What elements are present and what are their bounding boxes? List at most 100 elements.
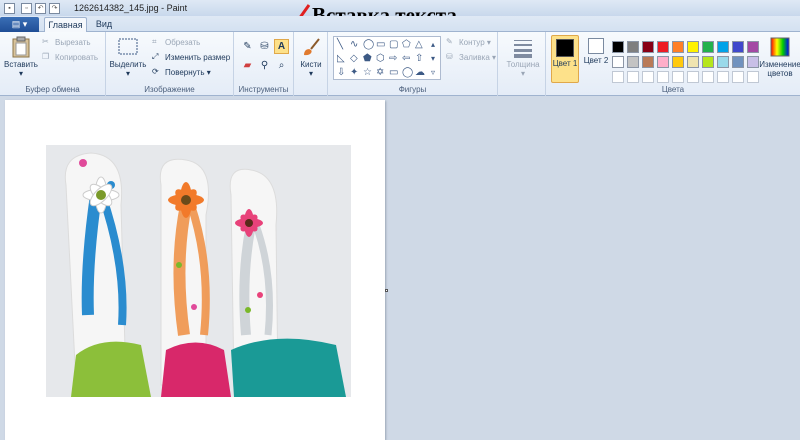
line-shape-icon[interactable]: ╲ [337,40,343,50]
color-wheel-icon [770,37,790,57]
palette-swatch[interactable] [642,41,654,53]
palette-swatch[interactable] [642,71,654,83]
select-button[interactable]: Выделить ▾ [110,36,146,78]
resize-button[interactable]: ⤢ Изменить размер [152,52,230,62]
brushes-group: Кисти ▾ [294,32,328,96]
palette-swatch[interactable] [717,56,729,68]
palette-swatch[interactable] [747,41,759,53]
magnifier-icon[interactable]: ⌕ [274,58,289,73]
palette-swatch[interactable] [717,71,729,83]
color1-button[interactable]: Цвет 1 [551,35,579,83]
palette-swatch[interactable] [747,71,759,83]
up-arrow-shape-icon[interactable]: ⇧ [415,54,423,64]
crop-button[interactable]: ⌗ Обрезать [152,37,200,47]
palette-swatch[interactable] [657,56,669,68]
palette-swatch[interactable] [627,56,639,68]
tab-home[interactable]: Главная [44,17,87,33]
palette-swatch[interactable] [747,56,759,68]
palette-swatch[interactable] [717,41,729,53]
hexagon-shape-icon[interactable]: ⬡ [376,54,385,64]
palette-swatch[interactable] [687,71,699,83]
palette-swatch[interactable] [612,41,624,53]
palette-swatch[interactable] [732,41,744,53]
left-arrow-shape-icon[interactable]: ⇦ [402,54,410,64]
size-icon [514,40,532,58]
drawing-canvas[interactable] [5,100,385,440]
triangle-shape-icon[interactable]: △ [415,40,423,50]
palette-swatch[interactable] [642,56,654,68]
palette-swatch[interactable] [702,71,714,83]
shapes-gallery[interactable]: ╲ ∿ ◯ ▭ ▢ ⬠ △ ◺ ◇ ⬟ ⬡ ⇨ ⇦ ⇧ ⇩ ✦ ☆ ✡ ▭ ◯ … [333,36,441,80]
text-tool-icon: A [277,41,286,52]
palette-swatch[interactable] [672,41,684,53]
shapes-expand-icon[interactable]: ▿ [431,68,435,78]
paint-app-icon[interactable]: ▪ [4,2,15,14]
right-triangle-shape-icon[interactable]: ◺ [337,54,345,64]
cloud-callout-shape-icon[interactable]: ☁ [415,68,425,78]
down-arrow-shape-icon[interactable]: ⇩ [337,68,345,78]
palette-swatch[interactable] [612,71,624,83]
size-label: Толщина [506,60,540,69]
file-menu-button[interactable]: ▤ ▾ [0,17,39,32]
callout-shape-icon[interactable]: ▭ [389,68,398,78]
save-icon[interactable]: ▫ [21,2,32,14]
outline-label: Контур [459,37,485,47]
fill-icon: ⛁ [446,52,453,61]
rotate-dropdown-icon: ▾ [204,67,211,77]
paste-button[interactable]: Вставить ▾ [4,36,38,78]
shapes-scroll-icon[interactable]: ▴ [431,40,435,50]
brush-icon [304,38,320,56]
oval-callout-shape-icon[interactable]: ◯ [402,68,413,78]
palette-swatch[interactable] [672,56,684,68]
palette-swatch[interactable] [702,41,714,53]
canvas-resize-handle[interactable] [385,289,388,292]
five-point-star-shape-icon[interactable]: ☆ [363,68,372,78]
palette-swatch[interactable] [612,56,624,68]
palette-swatch[interactable] [657,41,669,53]
six-point-star-shape-icon[interactable]: ✡ [376,68,384,78]
cut-button[interactable]: ✂ Вырезать [42,37,91,47]
tab-view[interactable]: Вид [92,17,116,33]
color-picker-icon[interactable]: ⚲ [257,58,272,73]
shapes-scroll-down-icon[interactable]: ▾ [431,54,435,64]
rectangle-shape-icon[interactable]: ▭ [376,40,385,50]
rounded-rect-shape-icon[interactable]: ▢ [389,40,398,50]
palette-swatch[interactable] [627,41,639,53]
pencil-icon[interactable]: ✎ [240,39,255,54]
fill-button[interactable]: ⛁ Заливка ▾ [446,52,496,62]
rotate-label: Повернуть [165,67,205,77]
eraser-icon[interactable]: ▰ [240,58,255,73]
copy-button[interactable]: ❐ Копировать [42,52,98,62]
diamond-shape-icon[interactable]: ◇ [350,54,358,64]
size-button[interactable]: Толщина ▾ [506,36,540,78]
palette-swatch[interactable] [687,56,699,68]
copy-icon: ❐ [42,52,50,61]
palette-swatch[interactable] [687,41,699,53]
undo-icon[interactable]: ↶ [35,2,46,14]
palette-swatch[interactable] [732,71,744,83]
outline-button[interactable]: ✎ Контур ▾ [446,37,491,47]
color2-swatch [588,38,604,54]
color2-button[interactable]: Цвет 2 [583,35,609,83]
polygon-shape-icon[interactable]: ⬠ [402,40,411,50]
redo-icon[interactable]: ↷ [49,2,60,14]
palette-swatch[interactable] [732,56,744,68]
palette-swatch[interactable] [672,71,684,83]
right-arrow-shape-icon[interactable]: ⇨ [389,54,397,64]
palette-swatch[interactable] [627,71,639,83]
curve-shape-icon[interactable]: ∿ [350,40,358,50]
text-tool-button[interactable]: A [274,39,289,54]
ribbon-tabs: ▤ ▾ Главная Вид [0,16,800,33]
palette-swatch[interactable] [657,71,669,83]
palette-swatch[interactable] [702,56,714,68]
four-point-star-shape-icon[interactable]: ✦ [350,68,358,78]
edit-colors-button[interactable]: Изменение цветов [759,36,800,78]
brushes-label: Кисти [300,60,322,69]
fill-bucket-icon[interactable]: ⛁ [257,39,272,54]
oval-shape-icon[interactable]: ◯ [363,40,374,50]
file-menu-icon: ▤ ▾ [11,19,28,29]
rotate-button[interactable]: ⟳ Повернуть ▾ [152,67,211,77]
scissors-icon: ✂ [42,37,49,46]
brushes-button[interactable]: Кисти ▾ [297,36,325,78]
pentagon-shape-icon[interactable]: ⬟ [363,54,372,64]
